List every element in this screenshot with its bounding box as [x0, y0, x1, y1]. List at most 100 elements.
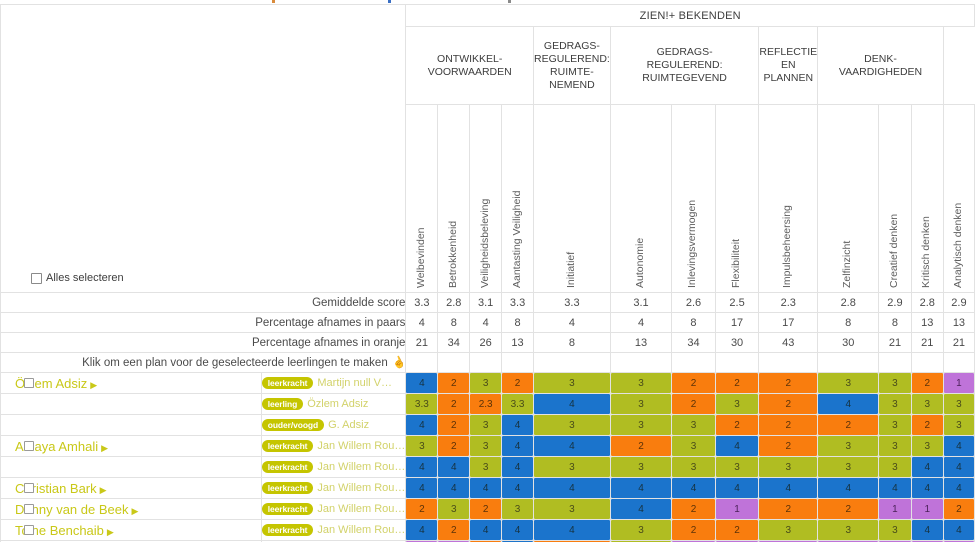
score-cell[interactable]: 3: [671, 414, 716, 436]
score-cell[interactable]: 2: [671, 372, 716, 394]
column-header-autonomie[interactable]: Autonomie: [609, 104, 673, 293]
student-select-checkbox[interactable]: [24, 525, 34, 535]
score-cell[interactable]: 2: [758, 372, 819, 394]
score-cell[interactable]: 4: [942, 456, 975, 478]
student-name-cell[interactable]: Özlem Adsiz ▶: [0, 372, 262, 394]
student-select-checkbox[interactable]: [24, 378, 34, 388]
score-cell[interactable]: 4: [469, 519, 503, 541]
score-cell[interactable]: 3: [609, 519, 673, 541]
score-cell[interactable]: 4: [532, 519, 611, 541]
table-row[interactable]: leerling Özlem Adsiz 3.3 2 2.3 3.3 4 3 2 3 2 4 3 3 3: [0, 393, 975, 415]
score-cell[interactable]: 2: [817, 414, 880, 436]
table-row[interactable]: Toine Benchaib ▶ leerkracht Jan Willem Rou……: [0, 519, 975, 541]
score-cell[interactable]: 2: [714, 519, 760, 541]
score-cell[interactable]: 2: [758, 498, 819, 520]
score-cell[interactable]: 4: [405, 372, 439, 394]
score-cell[interactable]: 3: [758, 456, 819, 478]
column-header-aantasting-veiligheid[interactable]: Aantasting Veiligheid: [501, 104, 534, 293]
score-cell[interactable]: 4: [910, 456, 944, 478]
table-row[interactable]: Özlem Adsiz ▶ leerkracht Martijn null V… 4 2 3…: [0, 372, 975, 394]
score-cell[interactable]: 3: [609, 456, 673, 478]
score-cell[interactable]: 4: [405, 414, 439, 436]
score-cell[interactable]: 3: [878, 456, 912, 478]
score-cell[interactable]: 2: [469, 498, 503, 520]
table-row[interactable]: leerkracht Jan Willem Rou… 4 4 3 4 3 3 3 3 3 3 3 4 4: [0, 456, 975, 478]
score-cell[interactable]: 3: [532, 456, 611, 478]
score-cell[interactable]: 2: [609, 435, 673, 457]
score-cell[interactable]: 4: [469, 477, 503, 499]
score-cell[interactable]: 4: [609, 498, 673, 520]
score-cell[interactable]: 4: [609, 477, 673, 499]
score-cell[interactable]: 4: [910, 519, 944, 541]
score-cell[interactable]: 2: [437, 372, 471, 394]
score-cell[interactable]: 3: [609, 414, 673, 436]
score-cell[interactable]: 2: [714, 372, 760, 394]
column-header-zelfinzicht[interactable]: Zelfinzicht: [817, 104, 880, 293]
score-cell[interactable]: 3: [609, 393, 673, 415]
score-cell[interactable]: 3: [532, 372, 611, 394]
score-cell[interactable]: 4: [501, 414, 534, 436]
score-cell[interactable]: 4: [501, 435, 534, 457]
score-cell[interactable]: 2: [405, 498, 439, 520]
score-cell[interactable]: 3: [469, 414, 503, 436]
select-all-row[interactable]: Alles selecteren: [31, 272, 124, 284]
column-header-initiatief[interactable]: Initiatief: [532, 104, 611, 293]
score-cell[interactable]: 2: [758, 414, 819, 436]
score-cell[interactable]: 2: [758, 435, 819, 457]
table-row[interactable]: Donny van de Beek ▶ leerkracht Jan Willem R…: [0, 498, 975, 520]
student-select-checkbox[interactable]: [24, 483, 34, 493]
score-cell[interactable]: 3: [910, 393, 944, 415]
score-cell[interactable]: 3: [532, 414, 611, 436]
score-cell[interactable]: 3: [878, 372, 912, 394]
score-cell[interactable]: 4: [942, 435, 975, 457]
column-header-inlevingsvermogen[interactable]: Inlevingsvermogen: [671, 104, 716, 293]
column-header-kritisch-denken[interactable]: Kritisch denken: [910, 104, 944, 293]
score-cell[interactable]: 3: [714, 393, 760, 415]
score-cell[interactable]: 2: [437, 519, 471, 541]
score-cell[interactable]: 2: [758, 393, 819, 415]
score-cell[interactable]: 2: [671, 519, 716, 541]
score-cell[interactable]: 4: [532, 393, 611, 415]
score-cell[interactable]: 2: [910, 372, 944, 394]
score-cell[interactable]: 4: [532, 435, 611, 457]
select-all-checkbox[interactable]: [31, 272, 42, 284]
score-cell[interactable]: 2: [437, 393, 471, 415]
score-cell[interactable]: 4: [878, 477, 912, 499]
student-select-checkbox[interactable]: [24, 504, 34, 514]
expand-arrow-icon[interactable]: ▶: [131, 506, 138, 516]
score-cell[interactable]: 4: [532, 477, 611, 499]
score-cell[interactable]: 1: [714, 498, 760, 520]
student-name-cell[interactable]: Christian Bark ▶: [0, 477, 262, 499]
column-header-flexibiliteit[interactable]: Flexibiliteit: [714, 104, 760, 293]
expand-arrow-icon[interactable]: ▶: [107, 527, 114, 537]
score-cell[interactable]: 4: [405, 477, 439, 499]
score-cell[interactable]: 3: [910, 435, 944, 457]
score-cell[interactable]: 1: [878, 498, 912, 520]
score-cell[interactable]: 4: [405, 456, 439, 478]
score-cell[interactable]: 2: [910, 414, 944, 436]
create-plan-label[interactable]: Klik om een plan voor de geselecteerde l…: [0, 352, 408, 373]
score-cell[interactable]: 3: [671, 435, 716, 457]
student-name-cell[interactable]: Toine Benchaib ▶: [0, 519, 262, 541]
score-cell[interactable]: 3.3: [501, 393, 534, 415]
score-cell[interactable]: 2: [817, 498, 880, 520]
score-cell[interactable]: 4: [501, 477, 534, 499]
score-cell[interactable]: 4: [501, 519, 534, 541]
column-header-veiligheidsbeleving[interactable]: Veiligheidsbeleving: [469, 104, 503, 293]
column-header-betrokkenheid[interactable]: Betrokkenheid: [437, 104, 471, 293]
student-name-cell[interactable]: Donny van de Beek ▶: [0, 498, 262, 520]
expand-arrow-icon[interactable]: ▶: [90, 380, 97, 390]
score-cell[interactable]: 4: [942, 519, 975, 541]
score-cell[interactable]: 3: [817, 456, 880, 478]
score-cell[interactable]: 2: [942, 498, 975, 520]
column-header-impulsbeheersing[interactable]: Impulsbeheersing: [758, 104, 819, 293]
score-cell[interactable]: 4: [714, 435, 760, 457]
score-cell[interactable]: 3: [878, 519, 912, 541]
score-cell[interactable]: 3.3: [405, 393, 439, 415]
score-cell[interactable]: 3: [942, 393, 975, 415]
score-cell[interactable]: 2: [501, 372, 534, 394]
score-cell[interactable]: 3: [469, 435, 503, 457]
score-cell[interactable]: 4: [405, 519, 439, 541]
score-cell[interactable]: 4: [817, 477, 880, 499]
column-header-creatief-denken[interactable]: Creatief denken: [878, 104, 912, 293]
